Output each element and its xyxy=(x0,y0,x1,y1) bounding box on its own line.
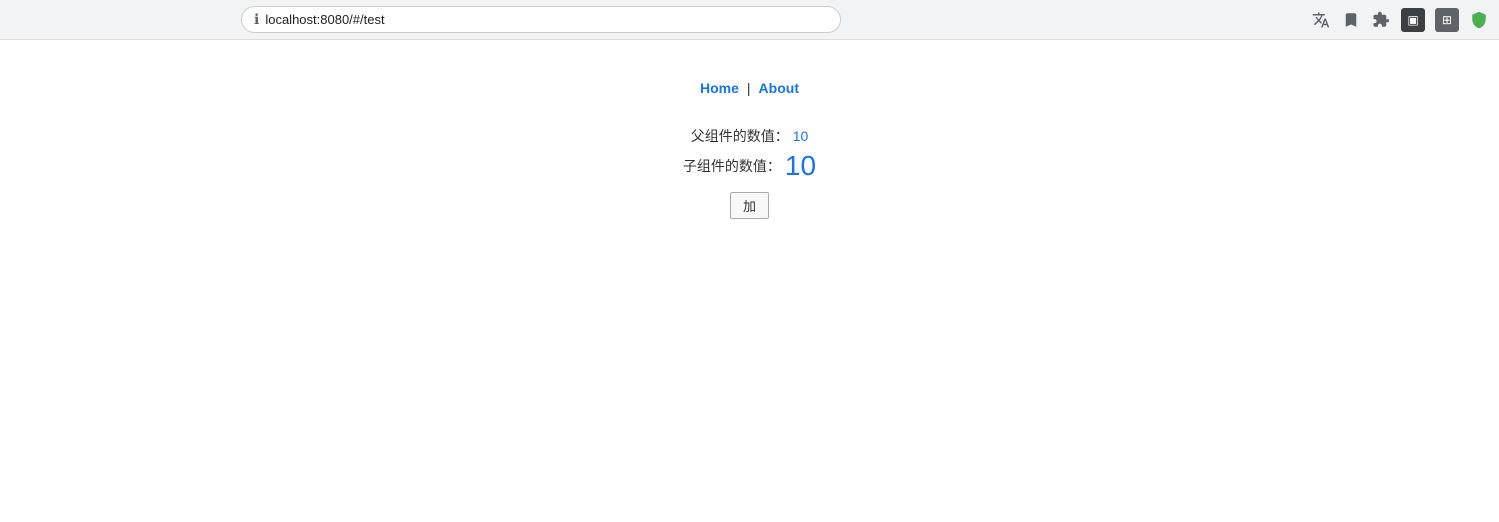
bookmark-icon[interactable] xyxy=(1341,10,1361,30)
translate-icon[interactable] xyxy=(1311,10,1331,30)
shield-icon[interactable] xyxy=(1469,10,1489,30)
extensions-icon[interactable] xyxy=(1371,10,1391,30)
profile-icon[interactable]: ▣ xyxy=(1401,8,1425,32)
parent-value-row: 父组件的数值： 10 xyxy=(691,126,809,146)
info-icon: ℹ xyxy=(254,11,259,28)
child-value-number: 10 xyxy=(785,152,816,180)
page-content: Home | About 父组件的数值： 10 子组件的数值： 10 加 xyxy=(0,40,1499,522)
browser-actions: ▣ ⊞ xyxy=(1311,8,1489,32)
screenshot-icon[interactable]: ⊞ xyxy=(1435,8,1459,32)
child-value-label: 子组件的数值： xyxy=(683,156,781,176)
browser-chrome: ℹ localhost:8080/#/test ▣ ⊞ xyxy=(0,0,1499,40)
content-area: 父组件的数值： 10 子组件的数值： 10 加 xyxy=(683,126,816,219)
about-link[interactable]: About xyxy=(759,80,799,96)
nav-bar: Home | About xyxy=(700,80,799,96)
nav-separator: | xyxy=(747,80,751,96)
add-button[interactable]: 加 xyxy=(730,192,769,219)
home-link[interactable]: Home xyxy=(700,80,739,96)
address-bar[interactable]: ℹ localhost:8080/#/test xyxy=(241,6,841,33)
parent-value-number: 10 xyxy=(793,128,809,144)
address-text: localhost:8080/#/test xyxy=(265,12,828,27)
child-value-row: 子组件的数值： 10 xyxy=(683,152,816,180)
parent-value-label: 父组件的数值： xyxy=(691,126,789,146)
